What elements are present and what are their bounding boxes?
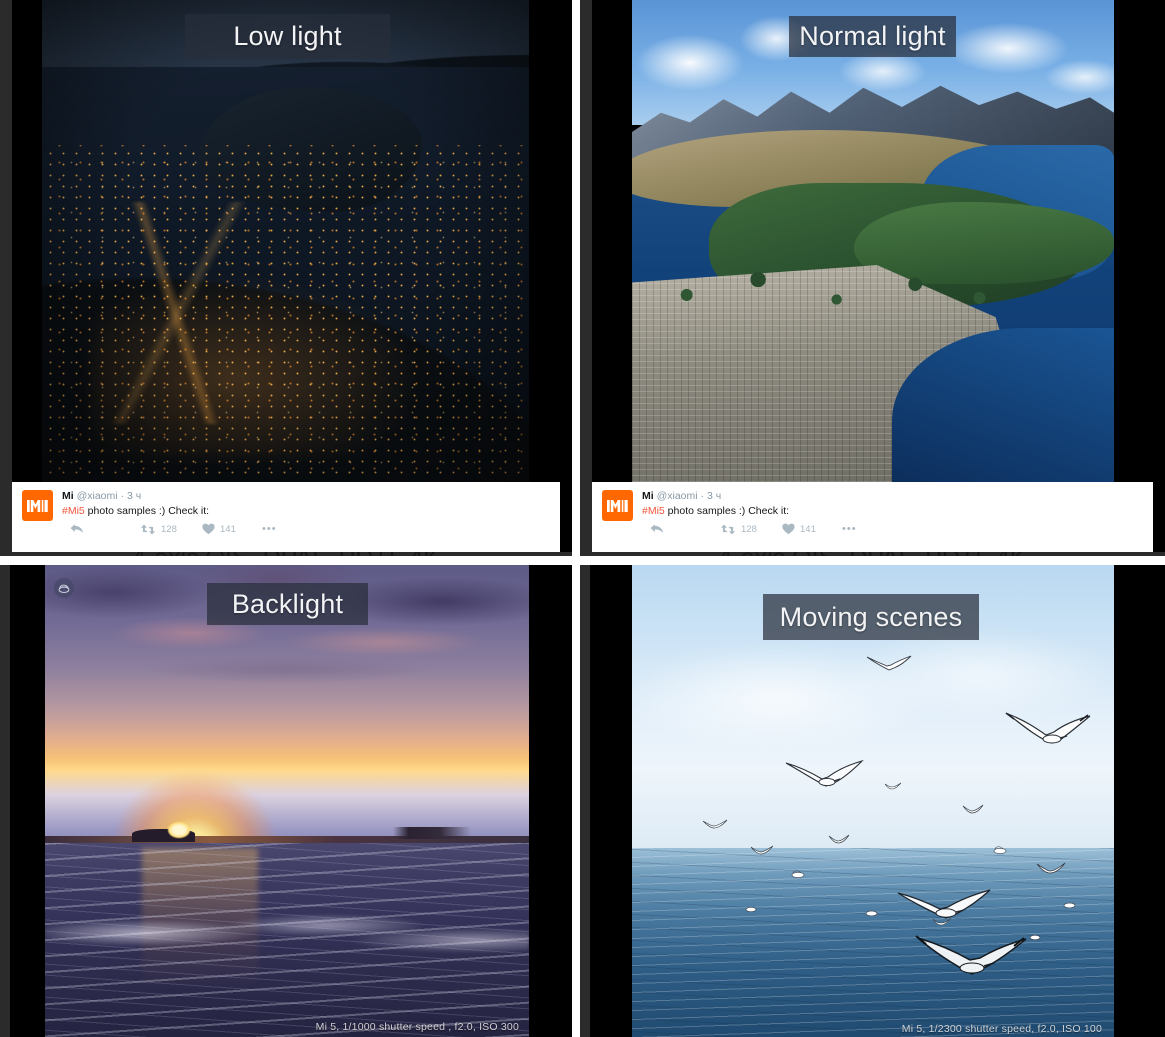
left-dark-frame (580, 565, 590, 1037)
tweet-timestamp[interactable]: 3 ч (127, 490, 141, 502)
photo-low-light (42, 0, 529, 482)
sea-ripple-texture (632, 848, 1114, 1037)
clipped-caption-text: 4-axis OIS, DPAF, PDTI, 4K (0, 552, 572, 556)
tweet-meta-separator: · (700, 490, 705, 502)
tweet-actions: 128 141 ••• (62, 523, 550, 535)
gull-small-e (1036, 861, 1066, 875)
like-count: 141 (800, 523, 816, 535)
clipped-marketing-strip-normal-light: 4-axis OIS, DPAF, PDTI, 4K (580, 552, 1165, 556)
horizontal-gutter (0, 560, 1165, 565)
retweet-button[interactable]: 128 (720, 524, 782, 535)
avatar[interactable] (602, 490, 633, 521)
scene-label-text: Low light (233, 21, 342, 51)
scene-label-text: Normal light (799, 21, 946, 51)
tweet-hashtag[interactable]: #Mi5 (62, 505, 85, 517)
left-dark-frame (0, 0, 12, 556)
more-icon: ••• (262, 523, 277, 535)
gull-floating-d (864, 903, 879, 917)
more-button[interactable]: ••• (842, 523, 857, 535)
gull-top-mid (865, 653, 913, 677)
gull-large-right (1002, 710, 1098, 762)
pier-silhouette (393, 827, 471, 839)
gull-floating-a (790, 865, 806, 878)
tree-line (651, 241, 1008, 319)
gull-foreground-large (912, 930, 1030, 986)
avatar[interactable] (22, 490, 53, 521)
gull-small-b (750, 843, 774, 855)
photo-vignette (42, 0, 529, 482)
exif-caption-moving-scenes: Mi 5, 1/2300 shutter speed, f2.0, ISO 10… (901, 1023, 1102, 1035)
retweet-icon (140, 524, 156, 534)
cloud-watermark-icon[interactable] (54, 578, 74, 598)
gull-small-a (702, 817, 728, 829)
retweet-button[interactable]: 128 (140, 524, 202, 535)
heart-icon (202, 523, 215, 535)
tweet-handle[interactable]: @xiaomi (657, 490, 698, 502)
tweet-meta-row: Mi @xiaomi · 3 ч (62, 490, 550, 503)
scene-label-low-light: Low light (185, 14, 390, 59)
like-button[interactable]: 141 (202, 523, 262, 535)
tweet-display-name: Mi (642, 490, 654, 502)
tweet-handle[interactable]: @xiaomi (77, 490, 118, 502)
gull-small-d (962, 801, 984, 814)
tweet-hashtag[interactable]: #Mi5 (642, 505, 665, 517)
more-icon: ••• (842, 523, 857, 535)
left-dark-frame (580, 0, 592, 556)
retweet-icon (720, 524, 736, 534)
tweet-body: Mi @xiaomi · 3 ч #Mi5 photo samples :) C… (62, 490, 550, 546)
retweet-count: 128 (161, 523, 177, 535)
clipped-marketing-strip-low-light: 4-axis OIS, DPAF, PDTI, 4K (0, 552, 572, 556)
photo-backlight: Mi 5, 1/1000 shutter speed , f2.0, ISO 3… (45, 565, 529, 1037)
tweet-body: Mi @xiaomi · 3 ч #Mi5 photo samples :) C… (642, 490, 1143, 546)
tweet-card-normal-light[interactable]: Mi @xiaomi · 3 ч #Mi5 photo samples :) C… (592, 482, 1153, 552)
panel-normal-light[interactable]: Normal light Mi @xiaomi · 3 ч #Mi5 photo… (580, 0, 1165, 556)
scene-label-moving-scenes: Moving scenes (763, 594, 979, 640)
gull-floating-c (1062, 895, 1077, 909)
tweet-display-name: Mi (62, 490, 74, 502)
more-button[interactable]: ••• (262, 523, 277, 535)
like-count: 141 (220, 523, 236, 535)
tweet-text: photo samples :) Check it: (84, 505, 210, 517)
tweet-meta-row: Mi @xiaomi · 3 ч (642, 490, 1143, 503)
tweet-text: photo samples :) Check it: (664, 505, 790, 517)
scene-label-text: Backlight (231, 588, 344, 619)
reply-icon (70, 524, 83, 533)
tweet-text-row: #Mi5 photo samples :) Check it: (62, 504, 550, 518)
gull-small-c (828, 831, 850, 844)
photo-normal-light (632, 0, 1114, 482)
panel-low-light[interactable]: Low light Mi @xiaomi · 3 ч #Mi5 photo sa… (0, 0, 572, 556)
left-dark-frame (0, 565, 10, 1037)
heart-icon (782, 523, 795, 535)
gull-small-f (932, 913, 952, 926)
surf-foam (45, 895, 529, 971)
scene-label-backlight: Backlight (207, 583, 368, 625)
like-button[interactable]: 141 (782, 523, 842, 535)
reply-icon (650, 524, 663, 533)
tweet-text-row: #Mi5 photo samples :) Check it: (642, 504, 1143, 518)
tweet-card-low-light[interactable]: Mi @xiaomi · 3 ч #Mi5 photo samples :) C… (12, 482, 560, 552)
tweet-meta-separator: · (120, 490, 125, 502)
gull-small-g (884, 777, 902, 790)
screenshot-root: Low light Mi @xiaomi · 3 ч #Mi5 photo sa… (0, 0, 1165, 1037)
gull-mid-left (782, 755, 868, 803)
clipped-caption-text: 4-axis OIS, DPAF, PDTI, 4K (580, 552, 1165, 556)
scene-label-normal-light: Normal light (789, 16, 956, 57)
tweet-actions: 128 141 ••• (642, 523, 1143, 535)
reply-button[interactable] (650, 523, 720, 535)
gull-floating-e (744, 899, 758, 913)
reply-button[interactable] (70, 523, 140, 535)
panel-moving-scenes[interactable]: Mi 5, 1/2300 shutter speed, f2.0, ISO 10… (580, 565, 1165, 1037)
gull-floating-b (992, 841, 1008, 854)
exif-caption-backlight: Mi 5, 1/1000 shutter speed , f2.0, ISO 3… (315, 1021, 519, 1033)
retweet-count: 128 (741, 523, 757, 535)
scene-label-text: Moving scenes (779, 601, 963, 632)
panel-backlight[interactable]: Mi 5, 1/1000 shutter speed , f2.0, ISO 3… (0, 565, 572, 1037)
gull-floating-f (1028, 927, 1042, 941)
tweet-timestamp[interactable]: 3 ч (707, 490, 721, 502)
vertical-gutter (572, 0, 580, 1037)
